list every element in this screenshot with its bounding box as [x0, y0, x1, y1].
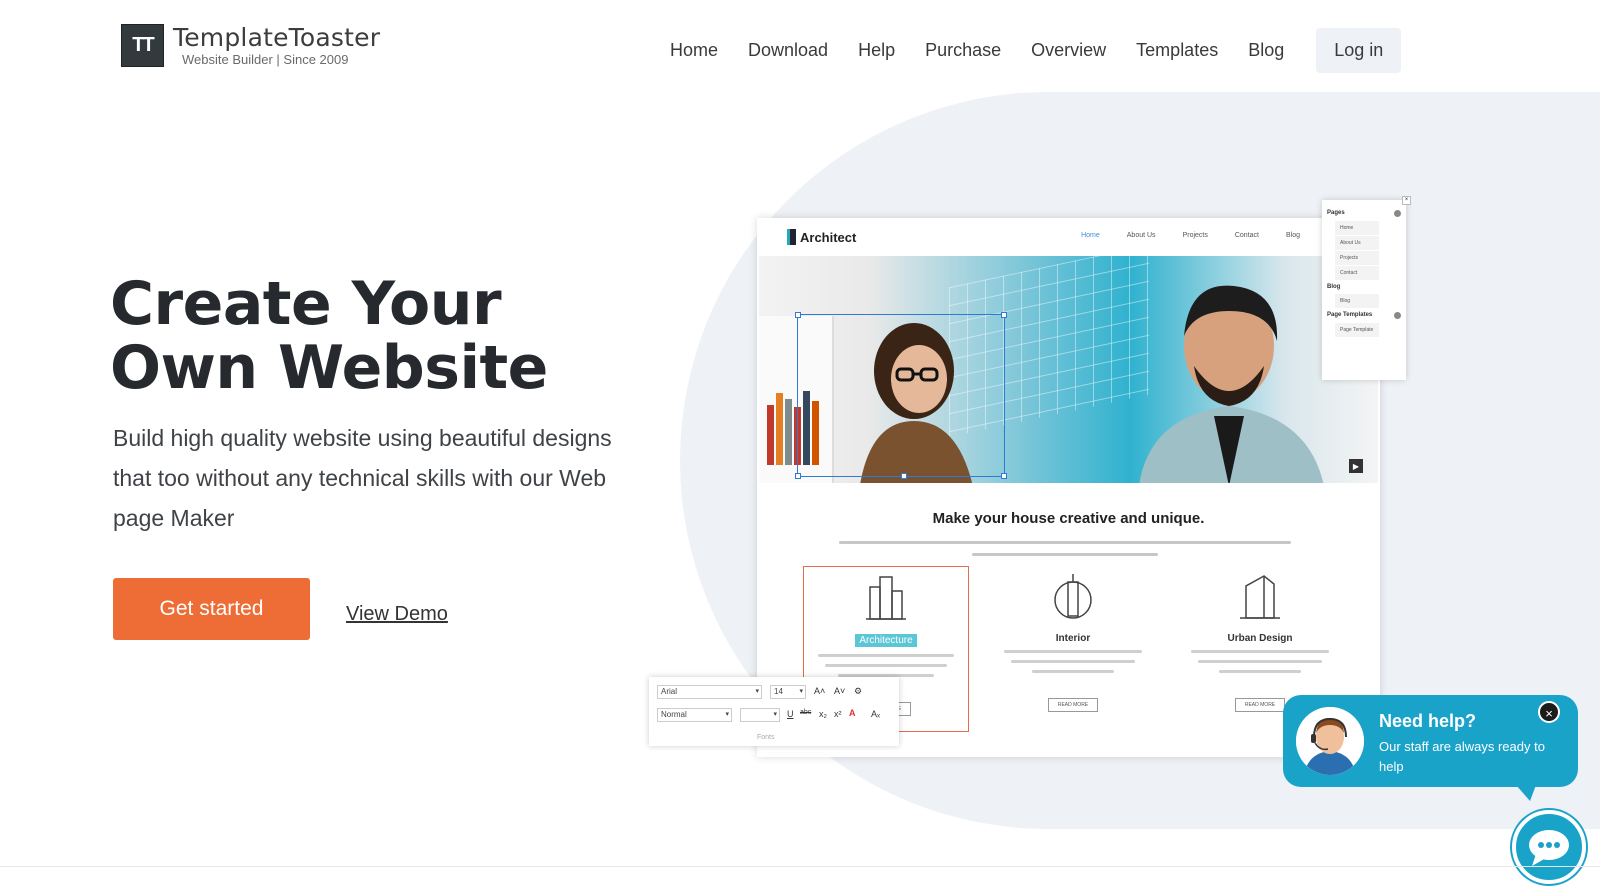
size-select	[740, 708, 780, 722]
preview-brand: Architect	[787, 229, 856, 245]
blog-heading: Blog	[1327, 284, 1341, 290]
page-item: Blog	[1335, 294, 1379, 308]
preview-nav-item: Blog	[1285, 232, 1300, 239]
logo[interactable]: TT TemplateToaster Website Builder | Sin…	[121, 24, 380, 67]
subscript-icon: x₂	[819, 709, 827, 719]
hero-subtitle: Build high quality website using beautif…	[113, 425, 612, 531]
man-image	[1139, 285, 1324, 483]
feature-card: Interior READ MORE	[990, 566, 1156, 732]
preview-hero-image: ▶	[759, 256, 1378, 483]
preview-header: Architect Home About Us Projects Contact…	[757, 218, 1380, 256]
selection-box	[795, 312, 1007, 479]
underline-icon: U	[787, 709, 794, 719]
hero-title: Create Your Own Website	[110, 269, 548, 403]
clear-format-icon: Aₓ	[871, 709, 880, 719]
page-item: Page Template	[1335, 323, 1379, 337]
feature-title: Interior	[1055, 633, 1091, 644]
strikethrough-icon: abc	[800, 709, 812, 716]
preview-nav-item: About Us	[1126, 232, 1156, 239]
fonts-label: Fonts	[757, 734, 775, 741]
nav-home[interactable]: Home	[670, 40, 718, 61]
nav-blog[interactable]: Blog	[1248, 40, 1284, 61]
logo-tagline: Website Builder | Since 2009	[182, 52, 349, 67]
building-icon	[787, 229, 796, 245]
chat-text: Our staff are always ready to help	[1379, 739, 1545, 774]
superscript-icon: x²	[834, 709, 842, 719]
building-icon	[866, 576, 906, 620]
preview-brand-name: Architect	[800, 229, 857, 245]
chat-icon	[1529, 830, 1569, 866]
play-icon: ▶	[1349, 459, 1363, 473]
chat-title: Need help?	[1379, 711, 1477, 731]
add-icon	[1394, 312, 1401, 319]
page-item: Projects	[1335, 251, 1379, 265]
page-item: Home	[1335, 221, 1379, 235]
read-more-button: READ MORE	[1047, 698, 1099, 712]
add-icon	[1394, 210, 1401, 217]
preview-nav-item: Contact	[1234, 232, 1259, 239]
font-settings-icon: ⚙	[854, 686, 863, 696]
get-started-button[interactable]: Get started	[113, 578, 310, 640]
main-nav: Home Download Help Purchase Overview Tem…	[670, 28, 1402, 73]
grow-font-icon: A˄	[814, 686, 826, 696]
preview-nav: Home About Us Projects Contact Blog	[1054, 232, 1300, 239]
logo-text: TemplateToaster Website Builder | Since …	[173, 25, 380, 66]
shrink-font-icon: A˅	[834, 686, 846, 696]
pages-panel: × Pages Home About Us Projects Contact B…	[1322, 196, 1411, 380]
page-item: About Us	[1335, 236, 1379, 250]
nav-overview[interactable]: Overview	[1031, 40, 1106, 61]
feature-title: Architecture	[855, 634, 917, 647]
logo-mark: TT	[121, 24, 164, 67]
feature-title: Urban Design	[1227, 633, 1293, 644]
view-demo-link[interactable]: View Demo	[346, 603, 448, 626]
nav-purchase[interactable]: Purchase	[925, 40, 1001, 61]
skyscraper-icon	[1240, 575, 1280, 619]
nav-templates[interactable]: Templates	[1136, 40, 1218, 61]
chat-launcher-button[interactable]	[1512, 810, 1586, 884]
nav-download[interactable]: Download	[748, 40, 828, 61]
read-more-button: READ MORE	[1234, 698, 1286, 712]
support-agent-avatar	[1296, 707, 1364, 775]
style-select: Normal	[657, 708, 732, 722]
preview-headline: Make your house creative and unique.	[932, 510, 1205, 527]
preview-nav-item: Projects	[1182, 232, 1208, 239]
font-toolbar: Arial 14 A˄ A˅ ⚙ Normal U abc x₂ x² A Aₓ…	[649, 677, 899, 746]
logo-name: TemplateToaster	[173, 23, 381, 52]
tower-icon	[1054, 574, 1092, 619]
chat-popup[interactable]: Need help? Our staff are always ready to…	[1283, 695, 1578, 801]
login-button[interactable]: Log in	[1316, 28, 1402, 73]
font-family-select: Arial	[657, 685, 762, 699]
pages-heading: Pages	[1327, 210, 1345, 216]
font-size-select: 14	[770, 685, 806, 699]
close-icon: ×	[1402, 196, 1411, 205]
preview-nav-item: Home	[1081, 232, 1100, 239]
chat-close-button[interactable]: ×	[1538, 701, 1560, 723]
divider	[0, 866, 1600, 867]
nav-help[interactable]: Help	[858, 40, 895, 61]
text-color-icon: A	[849, 708, 856, 718]
page-item: Contact	[1335, 266, 1379, 280]
templates-heading: Page Templates	[1327, 312, 1373, 318]
